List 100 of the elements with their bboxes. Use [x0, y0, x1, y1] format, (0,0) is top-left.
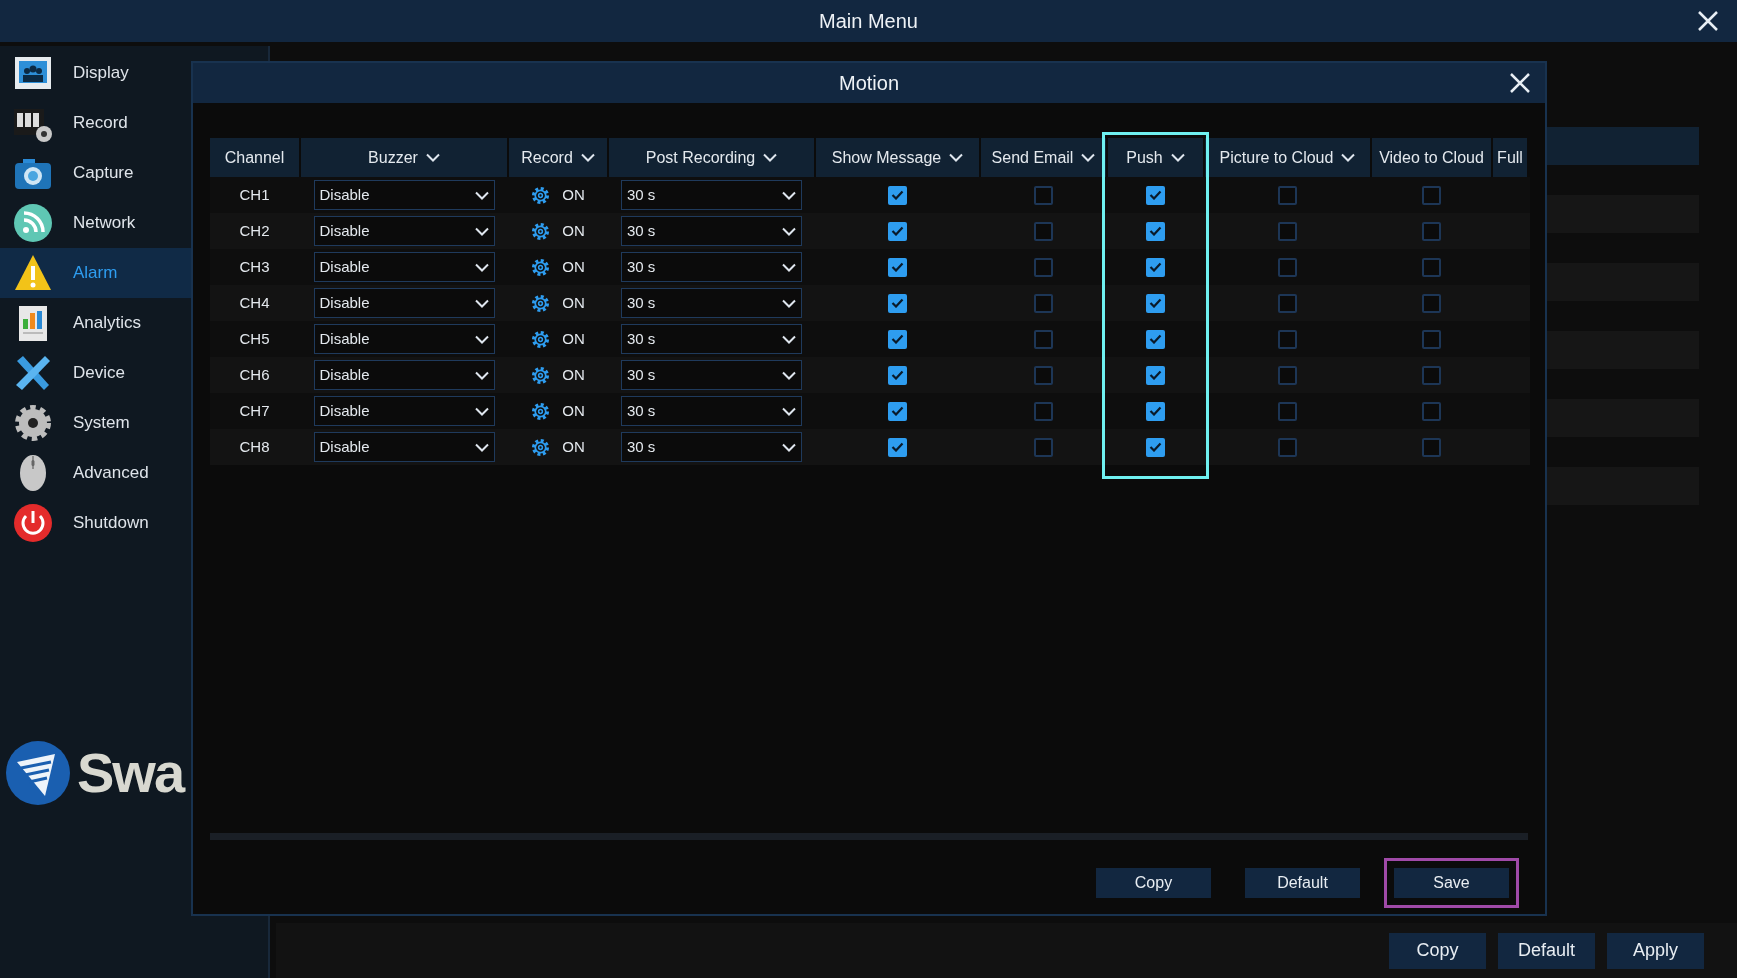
- warning-icon: [13, 253, 53, 293]
- checkbox[interactable]: [1034, 293, 1053, 313]
- dropdown-select[interactable]: 30 s: [621, 252, 802, 282]
- checkbox[interactable]: [1034, 257, 1053, 277]
- checkbox[interactable]: [1034, 401, 1053, 421]
- column-header[interactable]: Picture to Cloud: [1205, 138, 1370, 177]
- column-header[interactable]: Send Email: [981, 138, 1106, 177]
- chevron-down-icon: [782, 370, 796, 380]
- dropdown-select[interactable]: Disable: [313, 396, 495, 426]
- column-header[interactable]: Push: [1108, 138, 1203, 177]
- checkbox[interactable]: [888, 221, 907, 241]
- gear-icon[interactable]: [531, 401, 551, 421]
- dropdown-select[interactable]: 30 s: [621, 324, 802, 354]
- column-header[interactable]: Buzzer: [301, 138, 507, 177]
- column-header: Video to Cloud: [1372, 138, 1491, 177]
- gear-icon[interactable]: [531, 293, 551, 313]
- checkbox[interactable]: [1422, 293, 1441, 313]
- gear-icon[interactable]: [531, 329, 551, 349]
- channel-label: CH2: [239, 220, 270, 241]
- column-header: Full: [1493, 138, 1527, 177]
- dropdown-select[interactable]: 30 s: [621, 180, 802, 210]
- gear-icon[interactable]: [531, 185, 551, 205]
- dropdown-select[interactable]: 30 s: [621, 432, 802, 462]
- chevron-down-icon: [782, 298, 796, 308]
- checkbox[interactable]: [1278, 365, 1297, 385]
- logo-icon: [5, 740, 71, 806]
- dropdown-select[interactable]: 30 s: [621, 396, 802, 426]
- gear-icon[interactable]: [531, 437, 551, 457]
- column-header[interactable]: Show Message: [816, 138, 979, 177]
- gear-icon[interactable]: [531, 257, 551, 277]
- channel-label: CH1: [239, 184, 270, 205]
- chevron-down-icon: [782, 406, 796, 416]
- checkbox[interactable]: [1278, 293, 1297, 313]
- dropdown-select[interactable]: 30 s: [621, 216, 802, 246]
- checkbox[interactable]: [888, 293, 907, 313]
- checkbox[interactable]: [1278, 401, 1297, 421]
- checkbox[interactable]: [888, 401, 907, 421]
- dropdown-select[interactable]: Disable: [313, 288, 495, 318]
- footer-button[interactable]: Apply: [1607, 932, 1704, 969]
- dialog-button[interactable]: Default: [1245, 868, 1360, 898]
- checkbox[interactable]: [1278, 221, 1297, 241]
- checkbox[interactable]: [1146, 401, 1165, 421]
- checkbox[interactable]: [1034, 185, 1053, 205]
- checkbox[interactable]: [1278, 437, 1297, 457]
- checkbox[interactable]: [1422, 185, 1441, 205]
- checkbox[interactable]: [1278, 329, 1297, 349]
- close-icon[interactable]: [1509, 72, 1531, 94]
- checkbox[interactable]: [1278, 257, 1297, 277]
- checkbox[interactable]: [1146, 257, 1165, 277]
- checkbox[interactable]: [1034, 437, 1053, 457]
- rss-icon: [13, 203, 53, 243]
- checkbox[interactable]: [1146, 185, 1165, 205]
- checkbox[interactable]: [1146, 329, 1165, 349]
- checkbox[interactable]: [1422, 221, 1441, 241]
- checkbox[interactable]: [1034, 329, 1053, 349]
- footer-button[interactable]: Copy: [1389, 932, 1486, 969]
- gear-icon[interactable]: [531, 221, 551, 241]
- checkbox[interactable]: [1034, 221, 1053, 241]
- footer-button[interactable]: Default: [1498, 932, 1595, 969]
- dropdown-select[interactable]: Disable: [313, 180, 495, 210]
- checkbox[interactable]: [1146, 221, 1165, 241]
- chevron-down-icon: [425, 153, 440, 162]
- checkbox[interactable]: [1422, 365, 1441, 385]
- chevron-down-icon: [580, 153, 595, 162]
- dropdown-select[interactable]: Disable: [313, 216, 495, 246]
- chevron-down-icon: [1170, 153, 1185, 162]
- gear-icon[interactable]: [531, 365, 551, 385]
- column-header[interactable]: Post Recording: [609, 138, 814, 177]
- column-header[interactable]: Record: [509, 138, 607, 177]
- checkbox[interactable]: [1146, 293, 1165, 313]
- checkbox[interactable]: [1278, 185, 1297, 205]
- checkbox[interactable]: [888, 185, 907, 205]
- dropdown-select[interactable]: Disable: [313, 360, 495, 390]
- dialog-button[interactable]: Save: [1394, 868, 1509, 898]
- dropdown-select[interactable]: 30 s: [621, 360, 802, 390]
- checkbox[interactable]: [888, 365, 907, 385]
- chevron-down-icon: [782, 190, 796, 200]
- checkbox[interactable]: [888, 329, 907, 349]
- dropdown-select[interactable]: Disable: [313, 252, 495, 282]
- close-icon[interactable]: [1697, 10, 1719, 32]
- dialog-button[interactable]: Copy: [1096, 868, 1211, 898]
- logo-text: Swa: [77, 740, 184, 806]
- checkbox[interactable]: [1422, 401, 1441, 421]
- chevron-down-icon: [782, 442, 796, 452]
- scroll-bar[interactable]: [210, 833, 1528, 840]
- dropdown-select[interactable]: Disable: [313, 432, 495, 462]
- sidebar-item[interactable]: Display: [0, 48, 268, 98]
- checkbox[interactable]: [888, 437, 907, 457]
- checkbox[interactable]: [888, 257, 907, 277]
- checkbox[interactable]: [1422, 437, 1441, 457]
- sidebar-item[interactable]: Shutdown: [0, 498, 268, 548]
- checkbox[interactable]: [1422, 257, 1441, 277]
- checkbox[interactable]: [1146, 437, 1165, 457]
- chevron-down-icon: [474, 190, 489, 200]
- checkbox[interactable]: [1034, 365, 1053, 385]
- dropdown-select[interactable]: Disable: [313, 324, 495, 354]
- checkbox[interactable]: [1422, 329, 1441, 349]
- record-status: ON: [562, 436, 585, 457]
- dropdown-select[interactable]: 30 s: [621, 288, 802, 318]
- checkbox[interactable]: [1146, 365, 1165, 385]
